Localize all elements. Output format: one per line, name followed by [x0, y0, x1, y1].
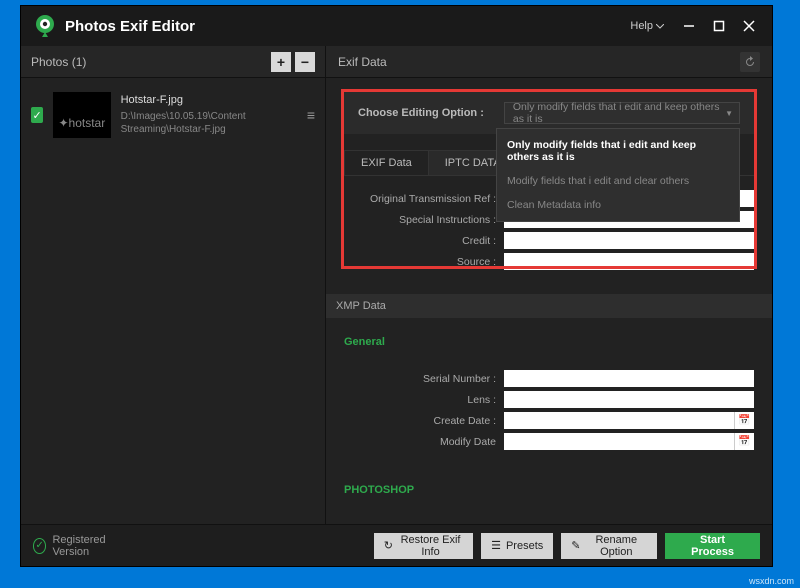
xmp-section-header: XMP Data: [326, 294, 772, 318]
general-subhead: General: [344, 322, 754, 356]
field-label: Source :: [344, 256, 504, 268]
field-label: Create Date :: [344, 415, 504, 427]
editing-option-row: Choose Editing Option : Only modify fiel…: [344, 92, 754, 134]
app-window: Photos Exif Editor Help Photos (1) + − ✦…: [20, 5, 773, 567]
minimize-button[interactable]: [674, 11, 704, 41]
help-menu[interactable]: Help: [630, 20, 664, 32]
rename-option-button[interactable]: ✎ Rename Option: [561, 533, 657, 559]
field-label: Lens :: [344, 394, 504, 406]
lens-input[interactable]: [504, 391, 754, 408]
app-logo-icon: [33, 14, 57, 38]
serial-number-input[interactable]: [504, 370, 754, 387]
calendar-icon[interactable]: 📅: [734, 412, 754, 429]
field-label: Credit :: [344, 235, 504, 247]
create-date-input[interactable]: [504, 412, 734, 429]
check-circle-icon: ✓: [33, 538, 46, 554]
sidebar: Photos (1) + − ✦hotstar Hotstar-F.jpg D:…: [21, 46, 326, 524]
footer: ✓ Registered Version ↻ Restore Exif Info…: [21, 524, 772, 566]
general-fields: Serial Number : Lens : Create Date : 📅 Mo…: [344, 356, 754, 470]
add-photo-button[interactable]: +: [271, 52, 291, 72]
watermark: wsxdn.com: [749, 576, 794, 586]
field-label: Special Instructions :: [344, 214, 504, 226]
close-button[interactable]: [734, 11, 764, 41]
sliders-icon: ☰: [491, 539, 501, 552]
restore-exif-button[interactable]: ↻ Restore Exif Info: [374, 533, 473, 559]
chevron-down-icon: [656, 24, 664, 29]
sidebar-header: Photos (1) + −: [21, 46, 325, 78]
editing-option-select[interactable]: Only modify fields that i edit and keep …: [504, 102, 740, 124]
titlebar: Photos Exif Editor Help: [21, 6, 772, 46]
photoshop-subhead: PHOTOSHOP: [344, 470, 754, 504]
modify-date-input[interactable]: [504, 433, 734, 450]
field-label: Serial Number :: [344, 373, 504, 385]
photos-count-label: Photos (1): [31, 55, 267, 69]
presets-button[interactable]: ☰ Presets: [481, 533, 553, 559]
maximize-button[interactable]: [704, 11, 734, 41]
refresh-button[interactable]: [740, 52, 760, 72]
field-label: Modify Date: [344, 436, 504, 448]
editing-option-dropdown: Only modify fields that i edit and keep …: [496, 128, 740, 222]
main-header: Exif Data: [326, 46, 772, 78]
photo-filename: Hotstar-F.jpg: [121, 94, 297, 106]
field-input[interactable]: [504, 232, 754, 249]
photo-list-item[interactable]: ✦hotstar Hotstar-F.jpg D:\Images\10.05.1…: [21, 78, 325, 152]
calendar-icon[interactable]: 📅: [734, 433, 754, 450]
checkbox-icon[interactable]: [31, 107, 43, 123]
tab-exif[interactable]: EXIF Data: [344, 150, 429, 175]
chevron-down-icon: ▼: [725, 109, 733, 118]
item-menu-icon[interactable]: ≡: [307, 107, 315, 123]
registered-badge: ✓ Registered Version: [33, 534, 128, 558]
field-label: Original Transmission Ref :: [344, 193, 504, 205]
field-input[interactable]: [504, 253, 754, 270]
main-panel: Exif Data Choose Editing Option : Only m…: [326, 46, 772, 524]
restore-icon: ↻: [384, 539, 393, 552]
option-label: Choose Editing Option :: [358, 107, 484, 119]
app-title: Photos Exif Editor: [65, 18, 630, 35]
photo-path: D:\Images\10.05.19\Content Streaming\Hot…: [121, 110, 297, 136]
dropdown-option[interactable]: Only modify fields that i edit and keep …: [497, 133, 739, 169]
dropdown-option[interactable]: Modify fields that i edit and clear othe…: [497, 169, 739, 193]
start-process-button[interactable]: Start Process: [665, 533, 760, 559]
photo-thumbnail: ✦hotstar: [53, 92, 111, 138]
pencil-icon: ✎: [571, 539, 580, 552]
remove-photo-button[interactable]: −: [295, 52, 315, 72]
refresh-icon: [744, 56, 756, 68]
dropdown-option[interactable]: Clean Metadata info: [497, 193, 739, 217]
